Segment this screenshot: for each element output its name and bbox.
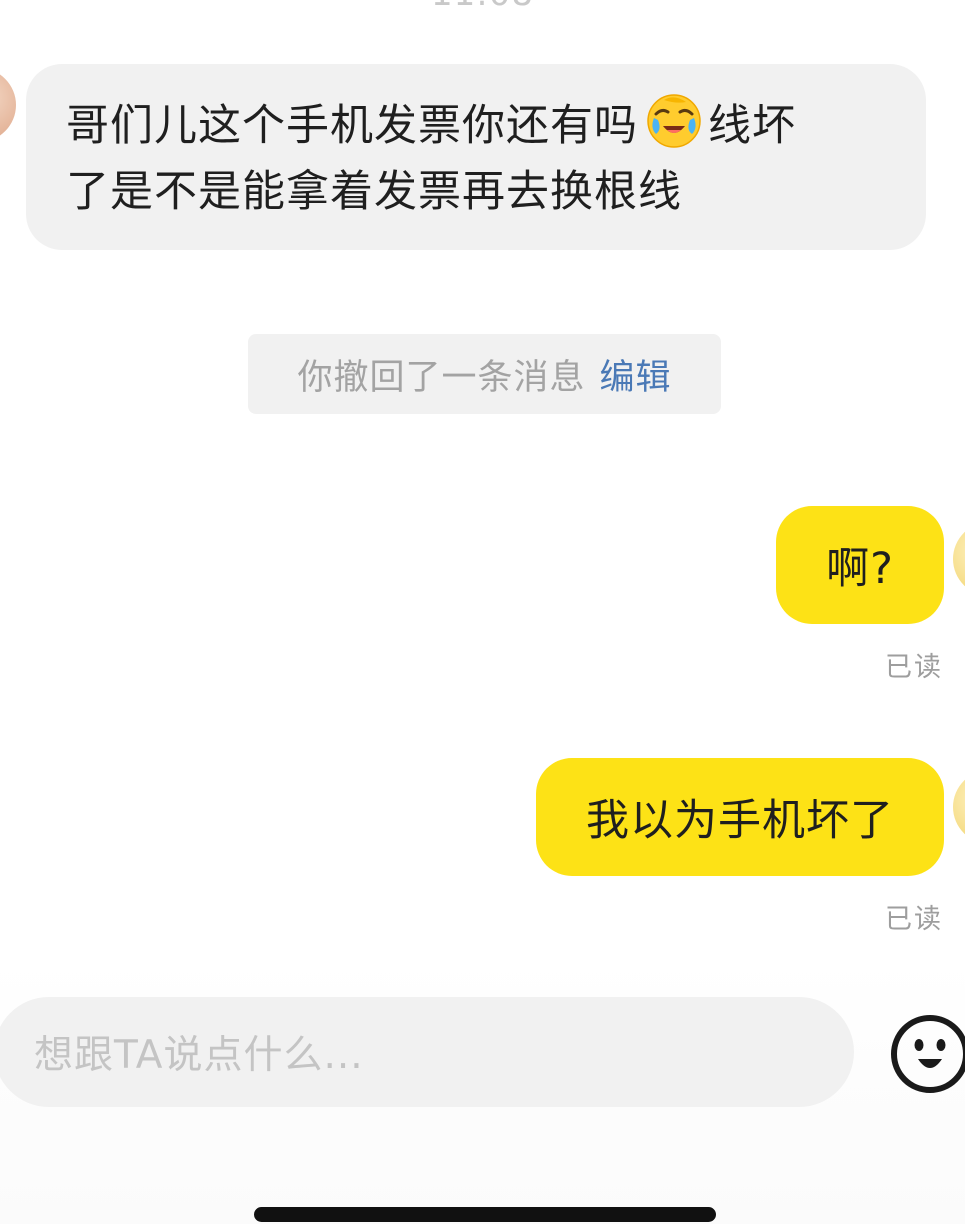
chat-screen: 11:08 哥们儿这个手机发票你还有吗 线坏 了是不是能拿着发票再去换根线 你撤…	[0, 0, 965, 1224]
message-timestamp: 11:08	[0, 0, 965, 14]
home-indicator[interactable]	[254, 1207, 716, 1222]
read-receipt: 已读	[885, 904, 943, 935]
outgoing-message-bubble[interactable]: 啊?	[776, 506, 944, 624]
my-avatar[interactable]	[953, 522, 965, 596]
message-text: 啊?	[826, 544, 894, 594]
emoji-smile-icon[interactable]	[890, 1014, 965, 1094]
recall-notice-text: 你撤回了一条消息	[297, 357, 586, 398]
read-receipt: 已读	[885, 652, 943, 683]
message-text: 了是不是能拿着发票再去换根线	[66, 167, 682, 217]
message-text: 我以为手机坏了	[586, 796, 894, 846]
contact-avatar[interactable]	[0, 68, 16, 142]
message-text: 线坏	[708, 101, 796, 151]
crying-face-icon	[647, 94, 701, 148]
message-input[interactable]: 想跟TA说点什么...	[0, 997, 854, 1107]
recall-notice: 你撤回了一条消息 编辑	[248, 334, 721, 414]
my-avatar[interactable]	[953, 770, 965, 844]
incoming-message-bubble[interactable]: 哥们儿这个手机发票你还有吗 线坏 了是不是能拿着发票再去换根线	[26, 64, 926, 250]
outgoing-message-bubble[interactable]: 我以为手机坏了	[536, 758, 944, 876]
recall-edit-link[interactable]: 编辑	[600, 349, 672, 400]
message-text: 哥们儿这个手机发票你还有吗	[66, 101, 638, 151]
input-placeholder: 想跟TA说点什么...	[34, 1033, 364, 1078]
